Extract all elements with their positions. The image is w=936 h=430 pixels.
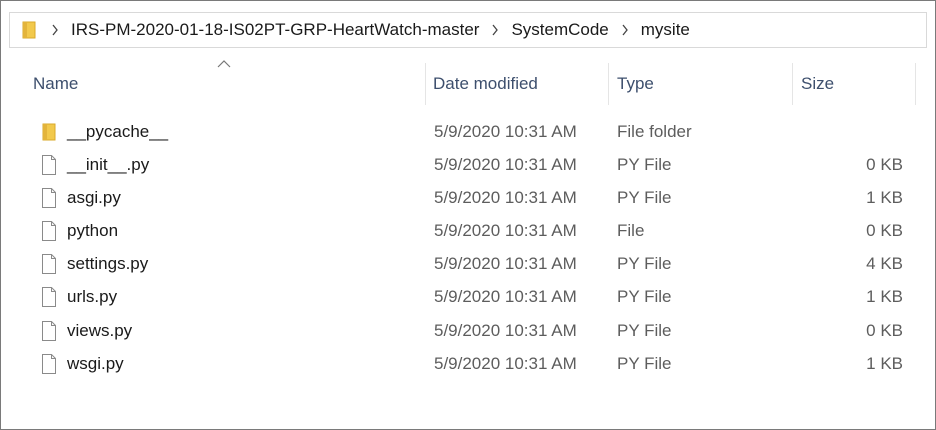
file-size: 0 KB bbox=[866, 221, 903, 241]
file-size: 0 KB bbox=[866, 320, 903, 340]
file-type: PY File bbox=[617, 287, 672, 307]
file-name: __init__.py bbox=[67, 154, 150, 174]
file-icon bbox=[39, 148, 59, 181]
file-date-modified: 5/9/2020 10:31 AM bbox=[434, 187, 577, 207]
column-headers: Name Date modified Type Size bbox=[9, 60, 927, 105]
file-row[interactable]: urls.py 5/9/2020 10:31 AM PY File 1 KB bbox=[9, 281, 927, 314]
file-name: urls.py bbox=[67, 287, 118, 307]
file-name: __pycache__ bbox=[67, 121, 169, 141]
file-row[interactable]: views.py 5/9/2020 10:31 AM PY File 0 KB bbox=[9, 314, 927, 347]
file-type: PY File bbox=[617, 154, 672, 174]
file-size: 0 KB bbox=[866, 154, 903, 174]
file-row[interactable]: wsgi.py 5/9/2020 10:31 AM PY File 1 KB bbox=[9, 347, 927, 380]
column-header-name[interactable]: Name bbox=[9, 63, 425, 105]
file-size: 4 KB bbox=[866, 254, 903, 274]
column-divider[interactable] bbox=[915, 63, 916, 105]
file-date-modified: 5/9/2020 10:31 AM bbox=[434, 353, 577, 373]
file-size: 1 KB bbox=[866, 353, 903, 373]
file-row[interactable]: asgi.py 5/9/2020 10:31 AM PY File 1 KB bbox=[9, 181, 927, 214]
breadcrumb-item[interactable]: IRS-PM-2020-01-18-IS02PT-GRP-HeartWatch-… bbox=[70, 20, 480, 40]
file-name: views.py bbox=[67, 320, 133, 340]
file-size: 1 KB bbox=[866, 287, 903, 307]
file-type: PY File bbox=[617, 353, 672, 373]
file-row[interactable]: __init__.py 5/9/2020 10:31 AM PY File 0 KB bbox=[9, 148, 927, 181]
file-name: settings.py bbox=[67, 254, 149, 274]
file-name: asgi.py bbox=[67, 187, 121, 207]
file-type: File folder bbox=[617, 121, 692, 141]
address-bar[interactable]: IRS-PM-2020-01-18-IS02PT-GRP-HeartWatch-… bbox=[9, 12, 927, 48]
folder-icon bbox=[18, 20, 40, 40]
file-date-modified: 5/9/2020 10:31 AM bbox=[434, 154, 577, 174]
folder-icon bbox=[39, 115, 59, 148]
chevron-right-icon[interactable] bbox=[610, 24, 640, 36]
file-type: PY File bbox=[617, 320, 672, 340]
file-date-modified: 5/9/2020 10:31 AM bbox=[434, 320, 577, 340]
file-icon bbox=[39, 314, 59, 347]
file-icon bbox=[39, 248, 59, 281]
file-type: PY File bbox=[617, 187, 672, 207]
file-row[interactable]: __pycache__ 5/9/2020 10:31 AM File folder bbox=[9, 115, 927, 148]
file-date-modified: 5/9/2020 10:31 AM bbox=[434, 287, 577, 307]
file-name: wsgi.py bbox=[67, 353, 124, 373]
chevron-right-icon[interactable] bbox=[40, 24, 70, 36]
file-date-modified: 5/9/2020 10:31 AM bbox=[434, 254, 577, 274]
breadcrumb-item[interactable]: SystemCode bbox=[510, 20, 609, 40]
file-row[interactable]: settings.py 5/9/2020 10:31 AM PY File 4 KB bbox=[9, 248, 927, 281]
file-explorer-window: IRS-PM-2020-01-18-IS02PT-GRP-HeartWatch-… bbox=[0, 0, 936, 430]
file-row[interactable]: python 5/9/2020 10:31 AM File 0 KB bbox=[9, 215, 927, 248]
file-icon bbox=[39, 181, 59, 214]
file-type: File bbox=[617, 221, 645, 241]
file-icon bbox=[39, 281, 59, 314]
column-header-size[interactable]: Size bbox=[777, 63, 915, 105]
file-name: python bbox=[67, 221, 119, 241]
column-header-date-modified[interactable]: Date modified bbox=[409, 63, 592, 105]
file-date-modified: 5/9/2020 10:31 AM bbox=[434, 121, 577, 141]
breadcrumb-item[interactable]: mysite bbox=[640, 20, 691, 40]
chevron-right-icon[interactable] bbox=[480, 24, 510, 36]
file-icon bbox=[39, 347, 59, 380]
column-header-type[interactable]: Type bbox=[593, 63, 776, 105]
file-date-modified: 5/9/2020 10:31 AM bbox=[434, 221, 577, 241]
file-icon bbox=[39, 215, 59, 248]
file-type: PY File bbox=[617, 254, 672, 274]
file-list: __pycache__ 5/9/2020 10:31 AM File folder _… bbox=[9, 115, 927, 381]
file-size: 1 KB bbox=[866, 187, 903, 207]
